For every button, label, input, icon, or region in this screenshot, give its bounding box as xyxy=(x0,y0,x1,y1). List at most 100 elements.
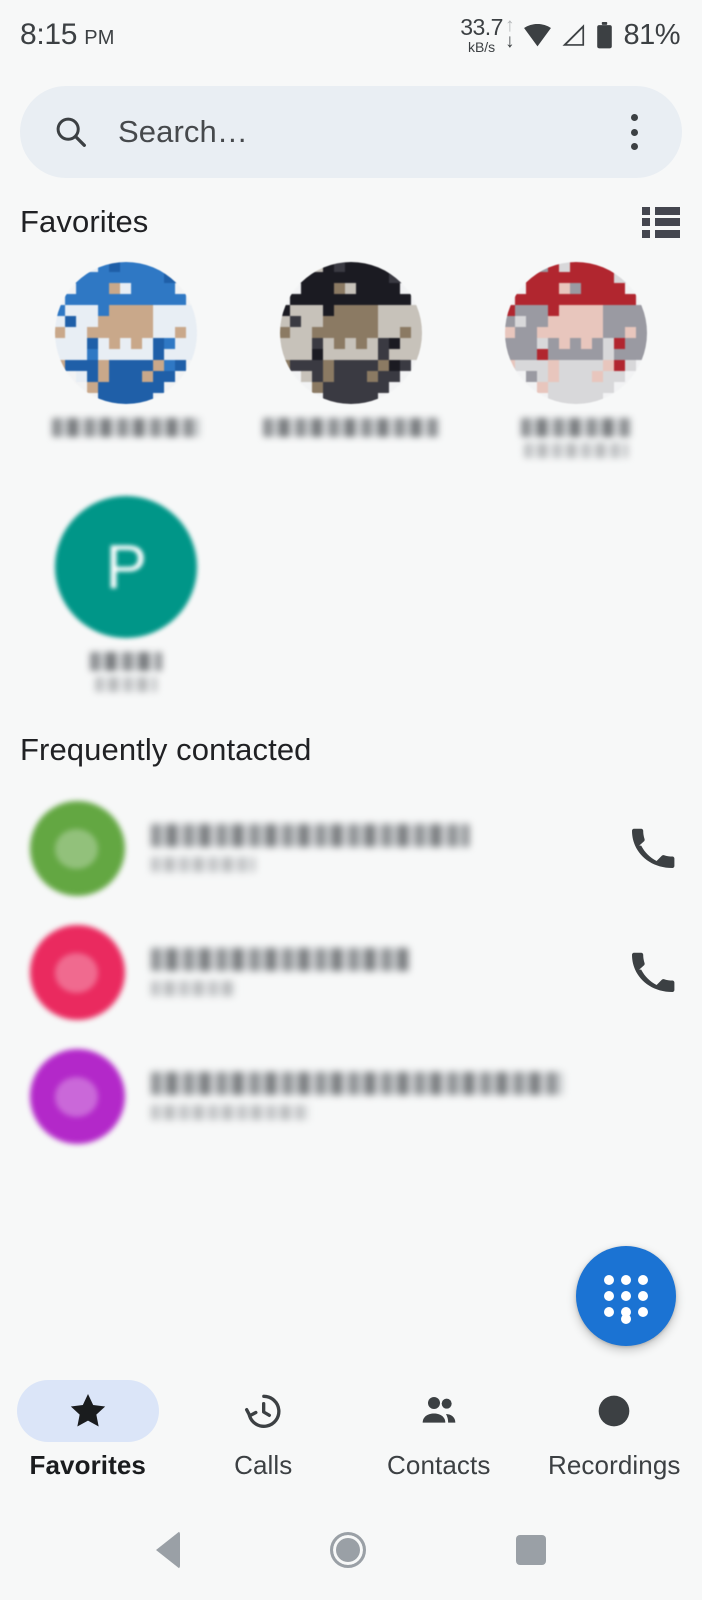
nav-label: Recordings xyxy=(547,1450,681,1480)
redacted-name-text xyxy=(520,418,631,437)
frequently-contacted-header: Frequently contacted xyxy=(0,692,702,768)
status-time: 8:15 xyxy=(20,18,78,51)
bullet xyxy=(642,229,650,238)
bar xyxy=(655,218,680,226)
download-arrow-icon: ↓ xyxy=(504,31,515,52)
dot xyxy=(638,1291,648,1301)
nav-pill xyxy=(543,1380,685,1442)
nav-label: Contacts xyxy=(387,1450,491,1480)
recents-square-icon[interactable] xyxy=(516,1535,546,1565)
dot xyxy=(630,128,638,136)
nav-pill xyxy=(192,1380,334,1442)
record-circle-icon xyxy=(598,1395,630,1427)
frequent-contact-text xyxy=(151,1072,612,1120)
phone-icon[interactable] xyxy=(628,948,676,996)
dot xyxy=(638,1275,648,1285)
status-ampm: PM xyxy=(84,27,115,49)
redacted-name-text xyxy=(52,418,201,437)
search-bar[interactable]: Search… xyxy=(20,86,682,178)
redacted-contact-subtitle xyxy=(151,857,255,872)
list-row xyxy=(642,229,680,238)
list-row xyxy=(642,206,680,215)
favorite-contact-3[interactable] xyxy=(463,262,688,458)
phone-icon[interactable] xyxy=(628,824,676,872)
nav-tab-favorites[interactable]: Favorites xyxy=(0,1380,176,1481)
dialpad-fab[interactable] xyxy=(576,1246,676,1346)
more-vertical-icon[interactable] xyxy=(614,111,654,153)
frequently-contacted-title: Frequently contacted xyxy=(20,732,312,767)
redacted-contact-subtitle xyxy=(151,981,235,996)
nav-tab-recordings[interactable]: Recordings xyxy=(527,1380,702,1481)
redacted-subtitle-text xyxy=(523,443,628,458)
frequent-contact-row[interactable] xyxy=(0,1034,702,1158)
favorite-contact-4[interactable]: P xyxy=(14,496,239,692)
avatar xyxy=(30,800,125,896)
nav-pill xyxy=(16,1380,159,1442)
frequent-contact-row[interactable] xyxy=(0,786,702,910)
avatar xyxy=(279,262,422,404)
bottom-navigation: Favorites Calls Contacts Recordings xyxy=(0,1370,702,1500)
redacted-contact-name xyxy=(151,948,409,971)
redacted-contact-name xyxy=(151,1072,563,1095)
favorite-contact-2[interactable] xyxy=(239,262,464,458)
search-icon xyxy=(56,117,86,147)
list-view-icon[interactable] xyxy=(642,206,680,238)
status-bar-right: 33.7 kB/s ↑ ↓ 81% xyxy=(460,14,680,55)
home-circle-icon[interactable] xyxy=(330,1532,366,1568)
network-speed-text: 33.7 kB/s xyxy=(460,14,503,55)
network-speed-indicator: 33.7 kB/s ↑ ↓ xyxy=(460,14,515,55)
redacted-subtitle-text xyxy=(95,677,158,692)
back-triangle-icon[interactable] xyxy=(156,1531,180,1569)
favorite-contact-name xyxy=(262,418,439,437)
nav-label: Favorites xyxy=(29,1450,146,1480)
nav-pill xyxy=(368,1380,510,1442)
favorites-title: Favorites xyxy=(20,204,149,239)
redacted-contact-name xyxy=(151,824,469,847)
dot xyxy=(621,1275,631,1285)
favorite-contact-1[interactable] xyxy=(14,262,239,458)
wifi-icon xyxy=(524,23,552,47)
dot xyxy=(630,143,638,150)
star-icon xyxy=(70,1394,105,1427)
system-navigation-bar xyxy=(0,1500,702,1600)
battery-icon xyxy=(597,21,613,48)
redacted-name-text xyxy=(90,652,163,671)
bar xyxy=(655,229,680,238)
favorite-contact-name xyxy=(90,652,163,692)
phone-screen: 8:15 PM 33.7 kB/s ↑ ↓ 81% Search… Favori… xyxy=(0,0,702,1600)
favorite-contact-name xyxy=(52,418,201,437)
upload-download-icon: ↑ ↓ xyxy=(504,17,515,52)
main-content: Favorites P Frequently contacted xyxy=(0,178,702,1370)
bullet xyxy=(642,218,650,226)
dot xyxy=(621,1291,631,1301)
avatar: P xyxy=(55,496,198,638)
dialpad-bottom-row xyxy=(604,1314,648,1324)
call-history-icon xyxy=(245,1394,281,1428)
status-bar: 8:15 PM 33.7 kB/s ↑ ↓ 81% xyxy=(0,0,702,70)
people-icon xyxy=(422,1397,456,1423)
nav-label: Calls xyxy=(234,1450,293,1480)
redacted-contact-subtitle xyxy=(151,1105,309,1120)
cellular-signal-icon xyxy=(562,24,585,46)
search-input[interactable]: Search… xyxy=(118,114,614,150)
bar xyxy=(655,206,680,215)
frequent-contact-row[interactable] xyxy=(0,910,702,1034)
status-bar-left: 8:15 PM xyxy=(20,18,115,52)
favorite-contact-name xyxy=(520,418,631,458)
network-speed-unit: kB/s xyxy=(467,39,496,55)
redacted-name-text xyxy=(262,418,439,437)
dialpad-icon xyxy=(604,1275,648,1317)
dot xyxy=(621,1314,631,1324)
nav-tab-calls[interactable]: Calls xyxy=(176,1380,352,1481)
list-row xyxy=(642,218,680,226)
nav-tab-contacts[interactable]: Contacts xyxy=(351,1380,527,1481)
network-speed-value: 33.7 xyxy=(460,14,503,40)
frequently-contacted-list xyxy=(0,768,702,1158)
frequent-contact-text xyxy=(151,948,612,996)
favorites-section-header: Favorites xyxy=(0,178,702,240)
battery-percentage: 81% xyxy=(623,18,680,51)
dot xyxy=(604,1275,614,1285)
dot xyxy=(630,114,638,121)
bullet xyxy=(642,206,650,215)
avatar xyxy=(30,924,125,1020)
